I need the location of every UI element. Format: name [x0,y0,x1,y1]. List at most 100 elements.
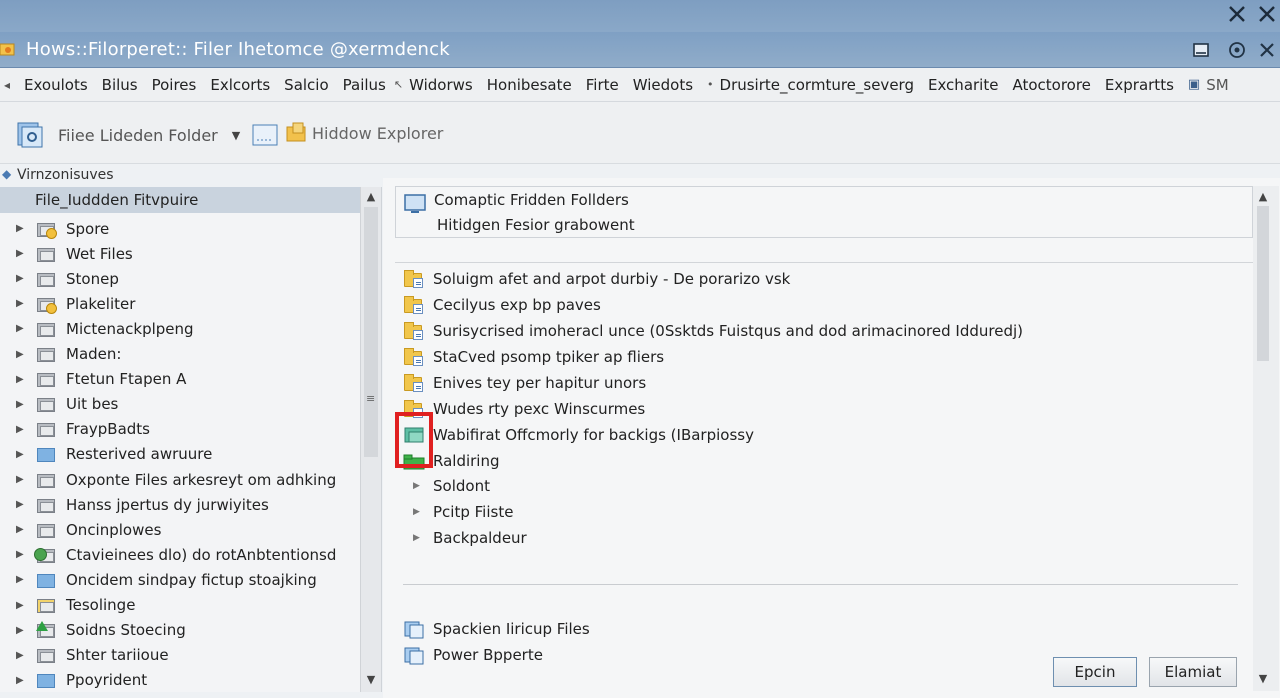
expand-arrow-icon[interactable]: ▶ [413,481,433,491]
scroll-thumb[interactable] [1257,206,1269,361]
menu-item[interactable]: Pailus [343,76,386,94]
tree-item[interactable]: ▶ Wet Files [0,241,360,266]
right-scrollbar[interactable]: ▲ ▼ [1253,186,1279,691]
minimize-icon[interactable] [1190,39,1212,61]
window-list-icon[interactable] [250,121,280,149]
scroll-down-icon[interactable]: ▼ [1254,672,1272,685]
expand-arrow-icon[interactable]: ▶ [16,474,26,485]
bottom-item[interactable]: Spackien Iiricup Files [403,617,590,641]
green-arrow-icon [36,621,58,639]
file-item[interactable]: Surisycrised imoheracl unce (0Ssktds Fui… [403,319,1023,343]
sub-item[interactable]: ▶ Backpaldeur [413,527,527,549]
tree-item[interactable]: ▶ FraypBadts [0,417,360,442]
menu-item[interactable]: Atoctorore [1012,76,1090,94]
scroll-thumb[interactable] [364,207,378,457]
expand-arrow-icon[interactable]: ▶ [16,449,26,460]
grey-folder-icon [36,496,58,514]
folder-toolbar-button[interactable]: Fiiee Lideden Folder ▼ [16,121,280,149]
file-item[interactable]: Enives tey per hapitur unors [403,371,646,395]
expand-arrow-icon[interactable]: ▶ [413,533,433,543]
dropdown-arrow-icon[interactable]: ▼ [232,129,240,142]
file-item[interactable]: Soluigm afet and arpot durbiy - De porar… [403,267,790,291]
tree-item[interactable]: ▶ Stonep [0,266,360,291]
menu-item[interactable]: Firte [586,76,619,94]
expand-arrow-icon[interactable]: ▶ [16,650,26,661]
expand-arrow-icon[interactable]: ▶ [16,273,26,284]
file-item[interactable]: Cecilyus exp bp paves [403,293,601,317]
tree-item[interactable]: ▶ Oncinplowes [0,517,360,542]
expand-arrow-icon[interactable]: ▶ [413,507,433,517]
expand-arrow-icon[interactable]: ▶ [16,524,26,535]
explorer-toolbar-button[interactable]: Hiddow Explorer [284,121,443,145]
close-icon[interactable] [1226,3,1248,25]
tree-item[interactable]: ▶ Soidns Stoecing [0,618,360,643]
grey-folder-icon [36,370,58,388]
file-item[interactable]: StaCved psomp tpiker ap fliers [403,345,664,369]
menu-item[interactable]: Honibesate [487,76,572,94]
menu-item[interactable]: Exprartts [1105,76,1174,94]
cancel-button[interactable]: Elamiat [1149,657,1237,687]
menu-item[interactable]: ▣ SM [1188,76,1229,94]
menu-item-label: Poires [151,75,197,94]
tree-item[interactable]: ▶ Resterived awruure [0,442,360,467]
menu-item-label: Honibesate [486,75,572,94]
tree-item[interactable]: ▶ Mictenackplpeng [0,316,360,341]
scroll-down-icon[interactable]: ▼ [363,673,379,689]
backup-item[interactable]: Wabifirat Offcmorly for backigs (IBarpio… [403,423,754,447]
tree-item[interactable]: ▶ Plakeliter [0,291,360,316]
tree-item[interactable]: ▶ Spore [0,216,360,241]
menu-item[interactable]: Bilus [102,76,138,94]
expand-arrow-icon[interactable]: ▶ [16,323,26,334]
ok-button[interactable]: Epcin [1053,657,1137,687]
menu-item[interactable]: ↖ Widorws [394,76,473,94]
menu-item[interactable]: • Drusirte_cormture_severg [707,76,914,94]
menu-item[interactable]: Wiedots [633,76,693,94]
tree-item[interactable]: ▶ Maden: [0,342,360,367]
tree-item[interactable]: ▶ Oncidem sindpay fictup stoajking [0,567,360,592]
app-icon [0,43,15,56]
expand-arrow-icon[interactable]: ▶ [16,374,26,385]
close-icon[interactable] [1256,39,1278,61]
tree-item[interactable]: ▶ Hanss jpertus dy jurwiyites [0,492,360,517]
tree-item[interactable]: ▶ Oxponte Files arkesreyt om adhking [0,467,360,492]
explorer-folder-icon [286,122,306,142]
menu-item[interactable]: Excharite [928,76,998,94]
bottom-item[interactable]: Power Bpperte [403,643,543,667]
scroll-up-icon[interactable]: ▲ [1254,190,1272,203]
expand-arrow-icon[interactable]: ▶ [16,424,26,435]
grey-folder-icon [36,320,58,338]
file-item[interactable]: Wudes rty pexc Winscurmes [403,397,645,421]
tree-item[interactable]: ▶ Uit bes [0,392,360,417]
sub-item[interactable]: ▶ Pcitp Fiiste [413,501,513,523]
tree-item[interactable]: ▶ Tesolinge [0,593,360,618]
tree-item[interactable]: ▶ Ppoyrident [0,668,360,693]
menu-item[interactable]: Poires [152,76,197,94]
menu-item[interactable]: Exlcorts [210,76,270,94]
grey-folder-icon [36,345,58,363]
expand-arrow-icon[interactable]: ▶ [16,625,26,636]
left-scrollbar[interactable]: ▲ ≡ ▼ [360,187,381,692]
expand-arrow-icon[interactable]: ▶ [16,675,26,686]
sub-item-label: Backpaldeur [433,529,527,547]
expand-arrow-icon[interactable]: ▶ [16,499,26,510]
nav-heading-label: Virnzonisuves [17,167,114,183]
expand-arrow-icon[interactable]: ▶ [16,574,26,585]
tree-item[interactable]: ▶ Shter tariioue [0,643,360,668]
tree-item[interactable]: ▶ Ftetun Ftapen A [0,367,360,392]
expand-arrow-icon[interactable]: ▶ [16,248,26,259]
close-icon[interactable] [1256,3,1278,25]
expand-arrow-icon[interactable]: ▶ [16,349,26,360]
tree-item[interactable]: ▶ Ctavieinees dlo) do rotAnbtentionsd [0,542,360,567]
settings-icon[interactable] [1226,39,1248,61]
expand-arrow-icon[interactable]: ▶ [16,399,26,410]
menu-item[interactable]: Exoulots [24,76,88,94]
expand-arrow-icon[interactable]: ▶ [16,223,26,234]
tree-selected-item[interactable]: File_Iuddden Fitvpuire [0,187,360,213]
sub-item[interactable]: ▶ Soldont [413,475,490,497]
scroll-up-icon[interactable]: ▲ [363,190,379,206]
menu-item[interactable]: Salcio [284,76,328,94]
expand-arrow-icon[interactable]: ▶ [16,298,26,309]
expand-arrow-icon[interactable]: ▶ [16,549,26,560]
file-item-label: StaCved psomp tpiker ap fliers [433,348,665,366]
expand-arrow-icon[interactable]: ▶ [16,600,26,611]
